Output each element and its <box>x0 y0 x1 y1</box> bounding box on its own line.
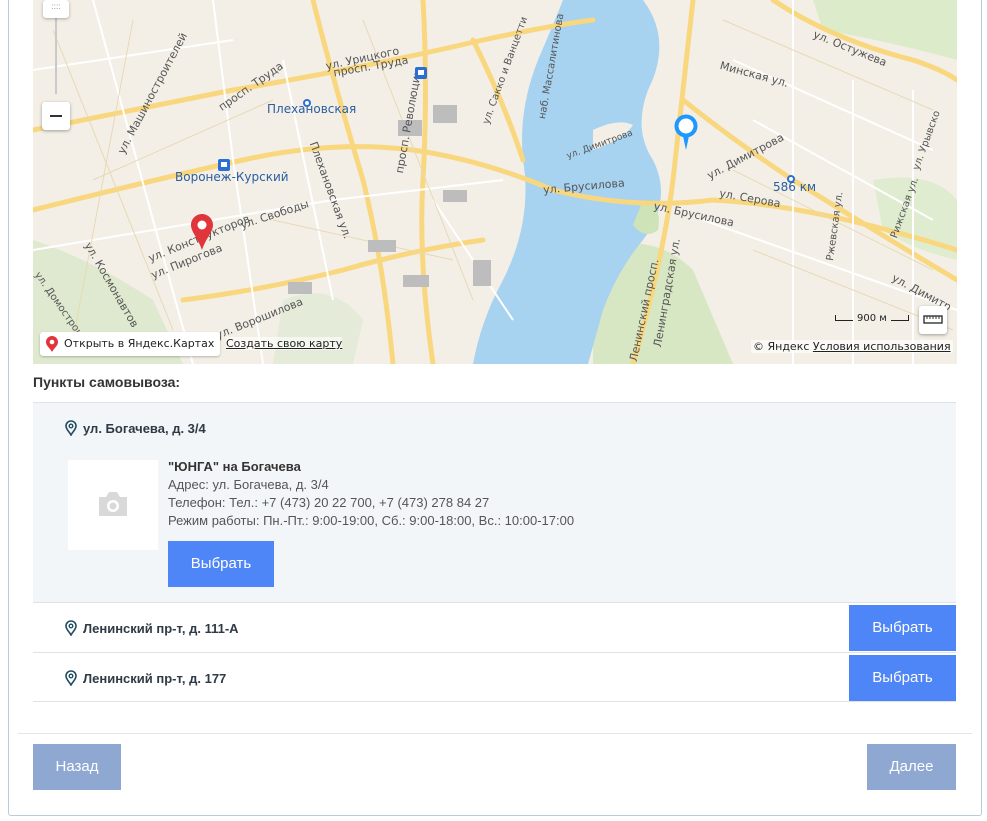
zoom-slider[interactable]: :::: <box>42 0 70 96</box>
pickup-points-title: Пункты самовывоза: <box>33 374 181 390</box>
map-pin-icon <box>46 336 58 361</box>
pickup-point-item[interactable]: Ленинский пр-т, д. 177 Выбрать <box>33 652 956 702</box>
footer-divider <box>18 733 972 734</box>
select-pickup-point-button[interactable]: Выбрать <box>168 541 274 587</box>
next-button[interactable]: Далее <box>867 744 956 790</box>
pickup-point-phone: Телефон: Тел.: +7 (473) 20 22 700, +7 (4… <box>168 495 490 510</box>
pickup-point-address-line: Адрес: ул. Богачева, д. 3/4 <box>168 477 329 492</box>
create-map-link[interactable]: Создать свою карту <box>226 337 343 350</box>
location-pin-icon <box>65 420 77 439</box>
open-in-yandex-maps-label: Открыть в Яндекс.Картах <box>64 337 215 350</box>
zoom-slider-handle[interactable]: :::: <box>43 0 69 18</box>
pickup-point-header[interactable]: Ленинский пр-т, д. 177 <box>65 670 226 689</box>
station-dot-icon <box>303 94 311 112</box>
camera-icon <box>99 492 127 516</box>
pickup-point-details: "ЮНГА" на Богачева Адрес: ул. Богачева, … <box>168 458 574 530</box>
zoom-slider-track <box>55 14 57 94</box>
map-label-plekhanovskaya: Плехановская <box>267 102 357 116</box>
red-location-marker-icon[interactable] <box>191 214 213 255</box>
location-pin-icon <box>65 620 77 639</box>
open-in-yandex-maps-button[interactable]: Открыть в Яндекс.Картах <box>40 332 221 356</box>
zoom-out-button[interactable] <box>42 102 70 130</box>
map-label-voronezh-kursky: Воронеж-Курский <box>175 170 289 184</box>
pickup-point-header[interactable]: Ленинский пр-т, д. 111-А <box>65 620 239 639</box>
blue-location-marker-icon[interactable] <box>674 114 698 157</box>
pickup-point-item[interactable]: Ленинский пр-т, д. 111-А Выбрать <box>33 602 956 652</box>
pickup-point-photo-placeholder <box>68 460 158 550</box>
copyright-text: © Яндекс <box>753 340 810 353</box>
ruler-button[interactable] <box>919 306 947 334</box>
yandex-map[interactable]: Плехановская Воронеж-Курский ул. Свободы… <box>33 0 957 364</box>
pickup-point-item[interactable]: ул. Богачева, д. 3/4 "ЮНГА" на Богачева … <box>33 402 956 602</box>
map-scale: 900 м <box>831 313 913 324</box>
pickup-point-header[interactable]: ул. Богачева, д. 3/4 <box>65 420 206 439</box>
pickup-point-address: ул. Богачева, д. 3/4 <box>83 421 206 436</box>
scale-line-right <box>890 315 909 321</box>
railway-station-icon-2 <box>415 66 427 84</box>
pickup-point-address: Ленинский пр-т, д. 177 <box>83 671 227 686</box>
ruler-icon <box>923 315 943 324</box>
railway-station-icon <box>218 158 230 176</box>
pickup-points-list: ул. Богачева, д. 3/4 "ЮНГА" на Богачева … <box>33 402 956 702</box>
back-button[interactable]: Назад <box>33 744 121 790</box>
select-pickup-point-button[interactable]: Выбрать <box>849 605 956 651</box>
pickup-point-hours: Режим работы: Пн.-Пт.: 9:00-19:00, Сб.: … <box>168 513 575 528</box>
location-pin-icon <box>65 670 77 689</box>
map-copyright: © Яндекс Условия использования <box>751 340 953 353</box>
km-station-dot-icon <box>787 170 795 188</box>
scale-label: 900 м <box>857 313 887 324</box>
terms-of-use-link[interactable]: Условия использования <box>813 340 951 353</box>
scale-line-left <box>835 315 853 321</box>
select-pickup-point-button[interactable]: Выбрать <box>849 655 956 701</box>
pickup-point-name: "ЮНГА" на Богачева <box>168 459 301 474</box>
pickup-point-address: Ленинский пр-т, д. 111-А <box>83 621 239 636</box>
